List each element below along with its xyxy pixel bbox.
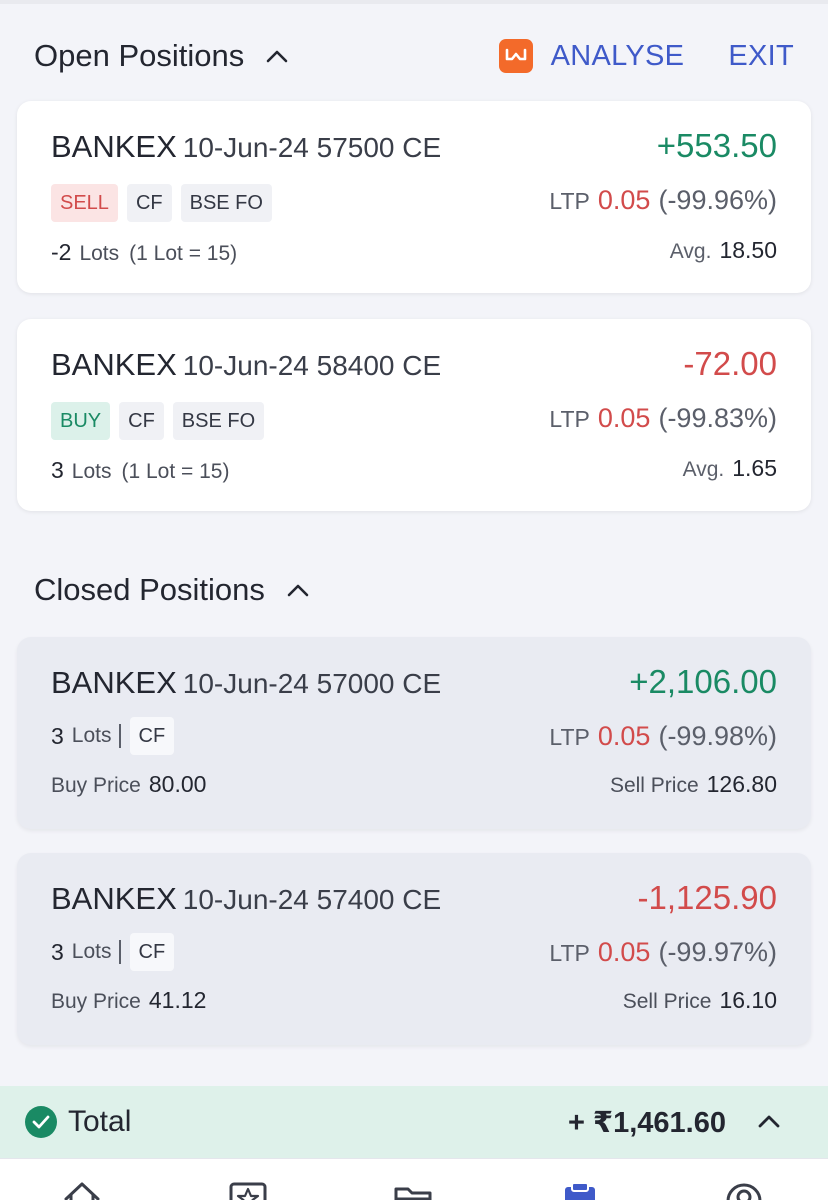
avg-price: 18.50 — [719, 237, 777, 263]
open-position-card[interactable]: BANKEX 10-Jun-24 57500 CE +553.50 SELL C… — [17, 101, 811, 293]
ltp-value: 0.05 — [597, 721, 651, 751]
sell-price-value: 16.10 — [719, 987, 777, 1013]
chevron-up-icon — [287, 584, 309, 597]
watchlist-icon[interactable] — [228, 1179, 268, 1200]
exchange-badge: BSE FO — [172, 402, 265, 440]
ltp-label: LTP — [549, 406, 590, 432]
pnl-value: -72.00 — [683, 345, 777, 382]
symbol: BANKEX — [51, 129, 177, 164]
lots-count: 3 — [51, 722, 64, 749]
check-circle-icon — [25, 1106, 57, 1138]
ltp-change: (-99.96%) — [658, 185, 777, 215]
ltp-label: LTP — [549, 940, 590, 966]
closed-position-card[interactable]: BANKEX 10-Jun-24 57400 CE -1,125.90 3 Lo… — [17, 853, 811, 1045]
ltp-label: LTP — [549, 724, 590, 750]
symbol: BANKEX — [51, 347, 177, 382]
lot-size-info: (1 Lot = 15) — [129, 242, 238, 265]
product-badge: CF — [129, 717, 175, 755]
ltp-value: 0.05 — [597, 185, 651, 215]
product-badge: CF — [119, 402, 164, 440]
ltp-value: 0.05 — [597, 403, 651, 433]
exchange-badge: BSE FO — [180, 184, 272, 222]
total-bar[interactable]: Total + ₹1,461.60 — [0, 1086, 828, 1158]
profile-icon[interactable] — [724, 1179, 764, 1200]
buy-price-label: Buy Price — [51, 990, 141, 1013]
ltp-change: (-99.97%) — [658, 937, 777, 967]
divider — [118, 940, 121, 964]
ltp-value: 0.05 — [597, 937, 651, 967]
pnl-value: -1,125.90 — [637, 879, 777, 916]
ltp-change: (-99.98%) — [658, 721, 777, 751]
contract: 10-Jun-24 57000 CE — [182, 668, 442, 699]
product-badge: CF — [126, 184, 172, 222]
chevron-up-icon — [266, 50, 288, 63]
closed-position-card[interactable]: BANKEX 10-Jun-24 57000 CE +2,106.00 3 Lo… — [17, 637, 811, 829]
side-badge: BUY — [51, 402, 111, 440]
ltp-label: LTP — [549, 188, 590, 214]
home-icon[interactable] — [62, 1179, 102, 1200]
pnl-value: +553.50 — [656, 127, 777, 164]
avg-label: Avg. — [682, 458, 725, 481]
chevron-up-icon[interactable] — [758, 1114, 780, 1128]
avg-price: 1.65 — [732, 455, 777, 481]
symbol: BANKEX — [51, 881, 177, 916]
closed-positions-title: Closed Positions — [34, 572, 265, 607]
open-positions-title: Open Positions — [34, 38, 245, 73]
sell-price-label: Sell Price — [622, 990, 712, 1013]
total-label: Total — [68, 1105, 132, 1138]
product-badge: CF — [129, 933, 175, 971]
ltp-change: (-99.83%) — [658, 403, 777, 433]
lots-label: Lots — [71, 724, 112, 747]
lots-label: Lots — [79, 242, 120, 265]
open-positions-toggle[interactable]: Open Positions — [34, 26, 288, 86]
exit-button[interactable]: EXIT — [728, 40, 794, 73]
total-value: + ₹1,461.60 — [567, 1106, 726, 1139]
lots-count: 3 — [51, 938, 64, 965]
divider — [118, 724, 121, 748]
portfolio-icon[interactable] — [393, 1179, 433, 1200]
pnl-value: +2,106.00 — [629, 663, 777, 700]
lots-count: -2 — [51, 239, 72, 265]
analyse-logo-icon[interactable] — [498, 39, 533, 73]
bottom-nav — [0, 1158, 828, 1200]
closed-positions-toggle[interactable]: Closed Positions — [34, 560, 309, 620]
open-position-card[interactable]: BANKEX 10-Jun-24 58400 CE -72.00 BUY CF … — [17, 319, 811, 511]
lots-label: Lots — [71, 460, 112, 483]
open-positions-header: Open Positions ANALYSE EXIT — [0, 26, 828, 86]
buy-price-value: 41.12 — [148, 987, 207, 1013]
lot-size-info: (1 Lot = 15) — [121, 460, 230, 483]
orders-icon[interactable] — [560, 1179, 600, 1200]
contract: 10-Jun-24 57400 CE — [182, 884, 442, 915]
side-badge: SELL — [51, 184, 118, 222]
lots-count: 3 — [51, 457, 64, 483]
top-strip — [0, 0, 828, 4]
sell-price-label: Sell Price — [609, 774, 699, 797]
closed-positions-header: Closed Positions — [0, 560, 828, 620]
symbol: BANKEX — [51, 665, 177, 700]
sell-price-value: 126.80 — [706, 771, 777, 797]
lots-label: Lots — [71, 940, 112, 963]
contract: 10-Jun-24 57500 CE — [182, 132, 442, 163]
analyse-button[interactable]: ANALYSE — [551, 40, 685, 73]
buy-price-label: Buy Price — [51, 774, 141, 797]
contract: 10-Jun-24 58400 CE — [182, 350, 442, 381]
buy-price-value: 80.00 — [148, 771, 207, 797]
avg-label: Avg. — [669, 240, 712, 263]
